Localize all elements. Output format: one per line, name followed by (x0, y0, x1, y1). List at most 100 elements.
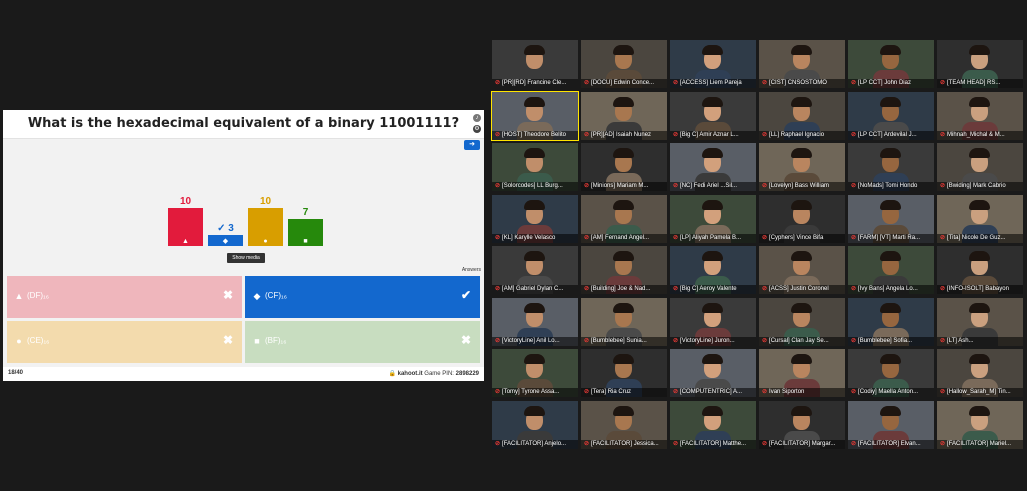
participant-tile[interactable]: ⊘ Mihnah_Michal & M... (937, 91, 1023, 140)
participant-name: ⊘ [FARM] [VT] Marti Ra... (848, 233, 934, 243)
participant-tile[interactable]: ⊘ [Cursal] Clan Jay Se... (759, 297, 845, 346)
question-title: What is the hexadecimal equivalent of a … (27, 116, 460, 131)
mic-muted-icon: ⊘ (584, 286, 590, 292)
participant-tile[interactable]: ⊘ [ACSS] Justin Coronel (759, 246, 845, 294)
settings-icon[interactable]: ⚙ (473, 125, 481, 133)
participant-tile[interactable]: ⊘ [AM] Fernand Angel... (581, 194, 667, 243)
mic-muted-icon: ⊘ (495, 389, 501, 395)
participant-tile[interactable]: ⊘ [Tomy] Tyrone Assa... (492, 349, 578, 397)
participant-tile[interactable]: ⊘ [LP] Aliyah Pamela B... (670, 194, 756, 243)
participant-tile[interactable]: ⊘ [ACCESS] Liem Pareja (670, 40, 756, 88)
participant-tile[interactable]: ⊘ [NC] Fedi Ariel ...Sil... (670, 143, 756, 191)
show-media-button[interactable]: Show media (227, 253, 265, 263)
participant-tile[interactable]: ⊘ [VictoryLine] Anil Lo... (492, 297, 578, 346)
participant-tile[interactable]: ⊘ [KL] Karylle Velasco (492, 194, 578, 243)
mic-muted-icon: ⊘ (673, 440, 679, 447)
participant-hair (791, 405, 812, 416)
participant-hair (969, 148, 990, 158)
volume-icon[interactable]: ♪ (473, 114, 481, 122)
participant-tile[interactable]: ⊘ [INFO-ISOLT] Babayon (937, 246, 1023, 294)
participant-tile[interactable]: ⊘ [PR][RD] Francine Cle... (492, 40, 578, 88)
participant-name: ⊘ [Solorcodes] LL Burg... (492, 182, 578, 191)
participant-hair (969, 302, 990, 313)
participant-tile[interactable]: ⊘ [Tita] Nicole De Guz... (937, 194, 1023, 243)
participant-tile[interactable]: ⊘ [LP CCT] John Diaz (848, 40, 934, 88)
participant-tile[interactable]: ⊘ [FACILITATOR] Jessica... (581, 400, 667, 449)
participant-tile[interactable]: ⊘ [Minions] Mariam M... (581, 143, 667, 191)
mic-muted-icon: ⊘ (495, 337, 501, 344)
participant-tile[interactable]: ⊘ [Building] Joe & Nad... (581, 246, 667, 294)
participant-tile[interactable]: ⊘ [LP CCT] Ardevilal J... (848, 91, 934, 140)
participant-name: ⊘ [Bumblebee] Sofia... (848, 336, 934, 346)
mic-muted-icon: ⊘ (495, 234, 501, 241)
participant-hair (791, 251, 812, 261)
participant-tile[interactable]: ⊘ [DOCU] Edwin Conce... (581, 40, 667, 88)
participant-name: ⊘ [Tita] Nicole De Guz... (937, 233, 1023, 243)
circle-icon: ● (16, 336, 22, 346)
participant-name-text: Mihnah_Michal & M... (947, 131, 1005, 138)
participant-tile[interactable]: ⊘ [COMPUTENTRIC] A... (670, 349, 756, 397)
participant-tile[interactable]: ⊘ [CIST] CNSOSTOMO (759, 40, 845, 88)
participant-tile[interactable]: ⊘ [HOST] Theodore Belito (491, 90, 579, 141)
participant-hair (524, 354, 545, 364)
participant-tile[interactable]: ⊘ [Bumblebee] Sofia... (848, 297, 934, 346)
answer-triangle: ▲ (DF)₁₆ ✖ (7, 276, 242, 318)
participant-tile[interactable]: ⊘ [NoMads] Tomi Hondo (848, 143, 934, 191)
mic-muted-icon: ⊘ (495, 131, 501, 138)
participant-tile[interactable]: ⊘ [FACILITATOR] Matthe... (670, 400, 756, 449)
participant-name-text: [COMPUTENTRIC] A... (680, 389, 743, 395)
participant-hair (880, 148, 901, 158)
participant-tile[interactable]: ⊘ [VictoryLine] Juron... (670, 297, 756, 346)
participant-tile[interactable]: ⊘ [FARM] [VT] Marti Ra... (848, 194, 934, 243)
lock-icon: 🔒 (388, 371, 396, 377)
participant-hair (791, 96, 812, 107)
participant-name-text: [PR][RD] Francine Cle... (502, 80, 567, 86)
next-button[interactable]: ➜ (464, 140, 480, 150)
participant-tile[interactable]: ⊘ [LL] Raphael Ignacio (759, 91, 845, 140)
participant-tile[interactable]: ⊘ [FACILITATOR] Elvan... (848, 400, 934, 449)
mic-muted-icon: ⊘ (851, 131, 857, 138)
participant-name: ⊘ [HOST] Theodore Belito (492, 130, 578, 140)
participant-name-text: [Minions] Mariam M... (591, 183, 649, 189)
participant-tile[interactable]: ⊘ Ivan Siporton (759, 349, 845, 397)
participant-tile[interactable]: ⊘ [Tera] Ria Cruz (581, 349, 667, 397)
game-pin-info: 🔒 kahoot.it Game PIN: 2898229 (388, 370, 479, 377)
participant-tile[interactable]: ⊘ [Lovelyn] Bass William (759, 143, 845, 191)
mic-muted-icon: ⊘ (940, 183, 946, 189)
mic-muted-icon: ⊘ (851, 389, 857, 395)
participant-tile[interactable]: ⊘ [FACILITATOR] Margar... (759, 400, 845, 449)
participant-name: ⊘ [FACILITATOR] Margar... (759, 439, 845, 449)
participant-tile[interactable]: ⊘ [Hallow_Sarah_M] Tin... (937, 349, 1023, 397)
mic-muted-icon: ⊘ (851, 337, 857, 344)
answer-label: (DF)₁₆ (27, 291, 49, 300)
participant-tile[interactable]: ⊘ [AM] Gabriel Dylan C... (492, 246, 578, 294)
participant-name-text: [VictoryLine] Juron... (680, 337, 735, 344)
participant-name: ⊘ [Hallow_Sarah_M] Tin... (937, 388, 1023, 397)
participant-hair (969, 96, 990, 107)
site-label: kahoot.it (397, 371, 423, 377)
participant-tile[interactable]: ⊘ [Cyphers] Vince Bifa (759, 194, 845, 243)
participant-tile[interactable]: ⊘ [Big C] Amir Aznar L... (670, 91, 756, 140)
participant-tile[interactable]: ⊘ [FACILITATOR] Mariel... (937, 400, 1023, 449)
participant-tile[interactable]: ⊘ [PR][AD] Isaiah Nunez (581, 91, 667, 140)
mic-muted-icon: ⊘ (495, 286, 501, 292)
participant-name: ⊘ [COMPUTENTRIC] A... (670, 388, 756, 397)
participant-tile[interactable]: ⊘ [Ivy Bans] Angela Lo... (848, 246, 934, 294)
participant-name-text: [PR][AD] Isaiah Nunez (591, 131, 652, 138)
participant-tile[interactable]: ⊘ [LT] Ash... (937, 297, 1023, 346)
participant-tile[interactable]: ⊘ [Big C] Aeroy Valente (670, 246, 756, 294)
participant-name-text: [FACILITATOR] Margar... (769, 440, 836, 447)
results-chart: 10 ▲ ✓ 3 ◆ 10 ● 7 ■ (168, 180, 328, 246)
participant-tile[interactable]: ⊘ [TEAM HEAD] RS... (937, 40, 1023, 88)
mic-muted-icon: ⊘ (940, 131, 946, 138)
participant-name: ⊘ [LP] Aliyah Pamela B... (670, 233, 756, 243)
answers-label: Answers (461, 267, 481, 273)
participant-tile[interactable]: ⊘ [Bumblebee] Sunia... (581, 297, 667, 346)
participant-tile[interactable]: ⊘ [Solorcodes] LL Burg... (492, 143, 578, 191)
participant-tile[interactable]: ⊘ [Codiy] Maella Anton... (848, 349, 934, 397)
participant-hair (791, 148, 812, 158)
participant-name: ⊘ [ACCESS] Liem Pareja (670, 79, 756, 88)
participant-name: ⊘ [Minions] Mariam M... (581, 182, 667, 191)
participant-tile[interactable]: ⊘ [FACILITATOR] Anjelo... (492, 400, 578, 449)
participant-tile[interactable]: ⊘ [Bwiding] Mark Cabrio (937, 143, 1023, 191)
